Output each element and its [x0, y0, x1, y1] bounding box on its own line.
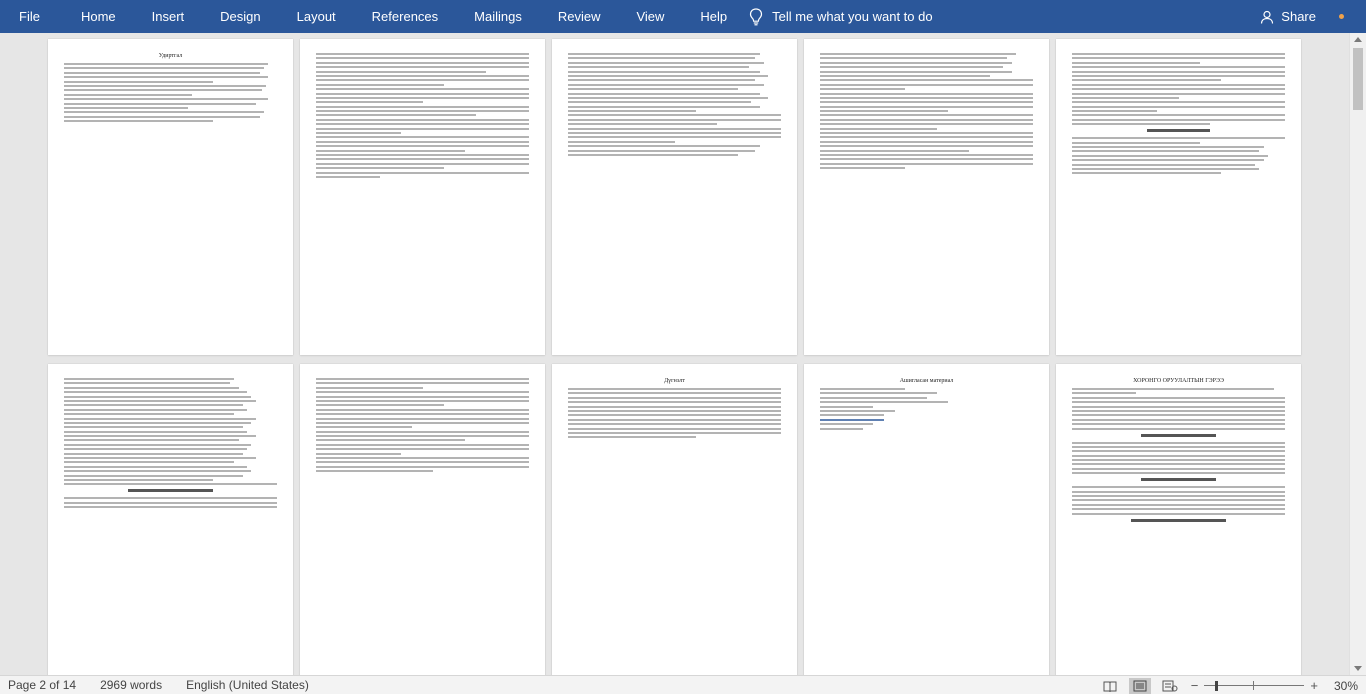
page-thumbnail[interactable] — [1056, 39, 1301, 355]
tab-home[interactable]: Home — [63, 0, 134, 33]
scroll-down-icon[interactable] — [1354, 666, 1362, 671]
page-thumbnail[interactable] — [300, 39, 545, 355]
print-layout-icon[interactable] — [1128, 677, 1151, 694]
language-indicator[interactable]: English (United States) — [186, 678, 309, 692]
person-icon — [1261, 10, 1274, 24]
page-title: Ашигласан материал — [899, 378, 954, 384]
notification-dot — [1339, 14, 1344, 19]
scroll-up-icon[interactable] — [1354, 37, 1362, 42]
tab-review[interactable]: Review — [540, 0, 619, 33]
page-title: ХОРОНГО ОРУУЛАЛТЫН ГЭРЭЭ — [1133, 378, 1224, 384]
web-layout-icon[interactable] — [1159, 678, 1181, 694]
share-button[interactable]: Share — [1260, 0, 1316, 33]
page-thumbnail[interactable]: Дүгнэлт — [552, 364, 797, 675]
page-thumbnail[interactable] — [300, 364, 545, 675]
tab-help[interactable]: Help — [682, 0, 745, 33]
status-bar: Page 2 of 14 2969 words English (United … — [0, 675, 1366, 694]
page-thumbnail[interactable] — [552, 39, 797, 355]
page-thumbnail[interactable]: Удиртгал — [48, 39, 293, 355]
read-mode-icon[interactable] — [1099, 678, 1121, 694]
tab-layout[interactable]: Layout — [279, 0, 354, 33]
page-thumbnail[interactable]: Ашигласан материал — [804, 364, 1049, 675]
tab-references[interactable]: References — [354, 0, 456, 33]
ribbon-tab-bar: File Home Insert Design Layout Reference… — [0, 0, 1366, 33]
page-thumbnail[interactable] — [48, 364, 293, 675]
zoom-level[interactable]: 30% — [1334, 679, 1358, 693]
lightbulb-icon — [750, 7, 763, 25]
tab-design[interactable]: Design — [202, 0, 278, 33]
page-thumbnail[interactable]: ХОРОНГО ОРУУЛАЛТЫН ГЭРЭЭ — [1056, 364, 1301, 675]
tab-insert[interactable]: Insert — [134, 0, 203, 33]
tell-me-text: Tell me what you want to do — [772, 9, 933, 24]
tab-file[interactable]: File — [0, 0, 63, 33]
page-thumbnail[interactable] — [804, 39, 1049, 355]
vertical-scrollbar[interactable] — [1349, 33, 1366, 675]
zoom-slider[interactable] — [1204, 678, 1305, 694]
tab-mailings[interactable]: Mailings — [456, 0, 540, 33]
share-label: Share — [1281, 9, 1316, 24]
document-canvas[interactable]: Удиртгал Дүгнэлт Ашигласан материал ХОРО… — [0, 33, 1349, 675]
tell-me-search[interactable]: Tell me what you want to do — [749, 0, 933, 33]
zoom-slider-knob[interactable] — [1215, 680, 1219, 691]
page-title: Удиртгал — [158, 53, 183, 59]
page-title: Дүгнэлт — [664, 378, 685, 384]
zoom-in-button[interactable]: + — [1310, 678, 1318, 693]
zoom-out-button[interactable]: − — [1191, 678, 1199, 693]
tab-view[interactable]: View — [618, 0, 682, 33]
page-count[interactable]: Page 2 of 14 — [8, 678, 76, 692]
scroll-thumb[interactable] — [1353, 48, 1363, 110]
word-count[interactable]: 2969 words — [100, 678, 162, 692]
